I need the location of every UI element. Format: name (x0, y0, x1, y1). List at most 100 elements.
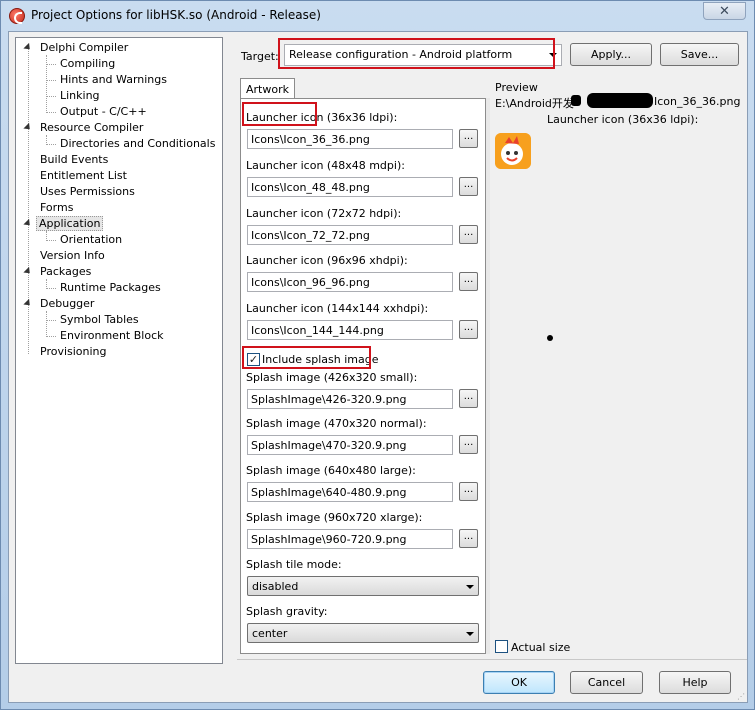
tree-item-debugger[interactable]: Debugger (23, 296, 96, 312)
preview-path-end: Icon_36_36.png (654, 95, 741, 108)
options-tree[interactable]: Delphi Compiler Compiling Hints and Warn… (15, 37, 223, 664)
tree-item-label: Delphi Compiler (40, 41, 129, 54)
tree-item-label: Debugger (40, 297, 95, 310)
launcher36-field[interactable]: Icons\Icon_36_36.png (247, 129, 453, 149)
launcher144-label: Launcher icon (144x144 xxhdpi): (246, 302, 429, 315)
launcher96-browse-button[interactable]: ... (459, 272, 478, 291)
close-button[interactable]: ✕ (703, 2, 746, 20)
tree-item-compiling[interactable]: Compiling (46, 56, 117, 72)
tree-item-label: Output - C/C++ (60, 105, 147, 118)
launcher72-value: Icons\Icon_72_72.png (251, 229, 370, 242)
splash-xlarge-browse-button[interactable]: ... (459, 529, 478, 548)
tree-item-runtime-packages[interactable]: Runtime Packages (46, 280, 163, 296)
tree-item-uses-permissions[interactable]: Uses Permissions (24, 184, 137, 200)
tree-item-build-events[interactable]: Build Events (24, 152, 110, 168)
tile-mode-select[interactable]: disabled (247, 576, 479, 596)
splash-small-field[interactable]: SplashImage\426-320.9.png (247, 389, 453, 409)
gravity-value: center (252, 627, 288, 640)
target-select[interactable]: Release configuration - Android platform (284, 44, 562, 66)
tree-item-label: Runtime Packages (60, 281, 161, 294)
title-bar[interactable]: Project Options for libHSK.so (Android -… (1, 1, 754, 31)
apply-button[interactable]: Apply... (570, 43, 652, 66)
cancel-button[interactable]: Cancel (570, 671, 643, 694)
launcher48-browse-button[interactable]: ... (459, 177, 478, 196)
tree-item-label: Packages (40, 265, 92, 278)
tree-item-application[interactable]: Application (23, 216, 104, 232)
tile-mode-label: Splash tile mode: (246, 558, 342, 571)
expand-arrow-icon[interactable] (23, 122, 33, 133)
mascot-icon (495, 133, 531, 169)
help-button[interactable]: Help (659, 671, 731, 694)
tree-item-orientation[interactable]: Orientation (46, 232, 124, 248)
splash-normal-browse-button[interactable]: ... (459, 435, 478, 454)
launcher36-browse-button[interactable]: ... (459, 129, 478, 148)
splash-small-browse-button[interactable]: ... (459, 389, 478, 408)
include-splash-label[interactable]: Include splash image (262, 353, 379, 366)
launcher72-field[interactable]: Icons\Icon_72_72.png (247, 225, 453, 245)
tree-item-label: Application (36, 216, 104, 231)
expand-arrow-icon[interactable] (23, 298, 33, 309)
tree-item-resource-compiler[interactable]: Resource Compiler (23, 120, 145, 136)
splash-large-browse-button[interactable]: ... (459, 482, 478, 501)
expand-arrow-icon[interactable] (23, 218, 33, 229)
tab-artwork[interactable]: Artwork (240, 78, 295, 99)
resize-grip-icon[interactable]: ⋰ (737, 692, 747, 702)
splash-xlarge-field[interactable]: SplashImage\960-720.9.png (247, 529, 453, 549)
splash-normal-field[interactable]: SplashImage\470-320.9.png (247, 435, 453, 455)
tree-item-label: Linking (60, 89, 100, 102)
launcher144-value: Icons\Icon_144_144.png (251, 324, 384, 337)
tree-item-label: Version Info (40, 249, 105, 262)
save-button[interactable]: Save... (660, 43, 739, 66)
tree-item-entitlement-list[interactable]: Entitlement List (24, 168, 129, 184)
tree-item-label: Environment Block (60, 329, 164, 342)
chevron-down-icon (466, 585, 474, 589)
tree-item-label: Symbol Tables (60, 313, 139, 326)
launcher48-value: Icons\Icon_48_48.png (251, 181, 370, 194)
tree-item-forms[interactable]: Forms (24, 200, 75, 216)
tree-item-output-cpp[interactable]: Output - C/C++ (46, 104, 149, 120)
tree-item-symbol-tables[interactable]: Symbol Tables (46, 312, 141, 328)
include-splash-checkbox[interactable]: ✓ (247, 353, 260, 366)
expand-arrow-icon[interactable] (23, 42, 33, 53)
expand-arrow-icon[interactable] (23, 266, 33, 277)
launcher96-value: Icons\Icon_96_96.png (251, 276, 370, 289)
project-options-window: Project Options for libHSK.so (Android -… (0, 0, 755, 710)
tree-item-label: Hints and Warnings (60, 73, 167, 86)
tree-item-provisioning[interactable]: Provisioning (24, 344, 109, 360)
tree-item-label: Directories and Conditionals (60, 137, 216, 150)
actual-size-checkbox[interactable] (495, 640, 508, 653)
tree-item-environment-block[interactable]: Environment Block (46, 328, 166, 344)
launcher144-browse-button[interactable]: ... (459, 320, 478, 339)
splash-small-label: Splash image (426x320 small): (246, 371, 418, 384)
splash-small-value: SplashImage\426-320.9.png (251, 393, 407, 406)
tree-item-label: Provisioning (40, 345, 107, 358)
launcher144-field[interactable]: Icons\Icon_144_144.png (247, 320, 453, 340)
tree-item-packages[interactable]: Packages (23, 264, 93, 280)
delphi-app-icon (9, 8, 25, 24)
chevron-down-icon (549, 53, 557, 57)
gravity-label: Splash gravity: (246, 605, 328, 618)
actual-size-label[interactable]: Actual size (511, 641, 570, 654)
tree-item-linking[interactable]: Linking (46, 88, 102, 104)
splash-large-field[interactable]: SplashImage\640-480.9.png (247, 482, 453, 502)
launcher48-field[interactable]: Icons\Icon_48_48.png (247, 177, 453, 197)
tree-item-version-info[interactable]: Version Info (24, 248, 107, 264)
launcher72-browse-button[interactable]: ... (459, 225, 478, 244)
ok-button[interactable]: OK (483, 671, 555, 694)
panel-scrollbar[interactable] (486, 98, 490, 654)
tree-item-hints-warnings[interactable]: Hints and Warnings (46, 72, 169, 88)
gravity-select[interactable]: center (247, 623, 479, 643)
launcher96-label: Launcher icon (96x96 xhdpi): (246, 254, 408, 267)
tree-line (46, 240, 56, 241)
tree-line (46, 112, 56, 113)
tree-item-label: Build Events (40, 153, 109, 166)
window-title: Project Options for libHSK.so (Android -… (31, 8, 321, 22)
splash-normal-label: Splash image (470x320 normal): (246, 417, 427, 430)
launcher72-label: Launcher icon (72x72 hdpi): (246, 207, 402, 220)
tree-item-delphi-compiler[interactable]: Delphi Compiler (23, 40, 130, 56)
tree-item-directories-conditionals[interactable]: Directories and Conditionals (46, 136, 217, 152)
cursor-dot (547, 335, 553, 341)
splash-xlarge-value: SplashImage\960-720.9.png (251, 533, 407, 546)
preview-caption: Launcher icon (36x36 ldpi): (547, 113, 699, 126)
launcher96-field[interactable]: Icons\Icon_96_96.png (247, 272, 453, 292)
